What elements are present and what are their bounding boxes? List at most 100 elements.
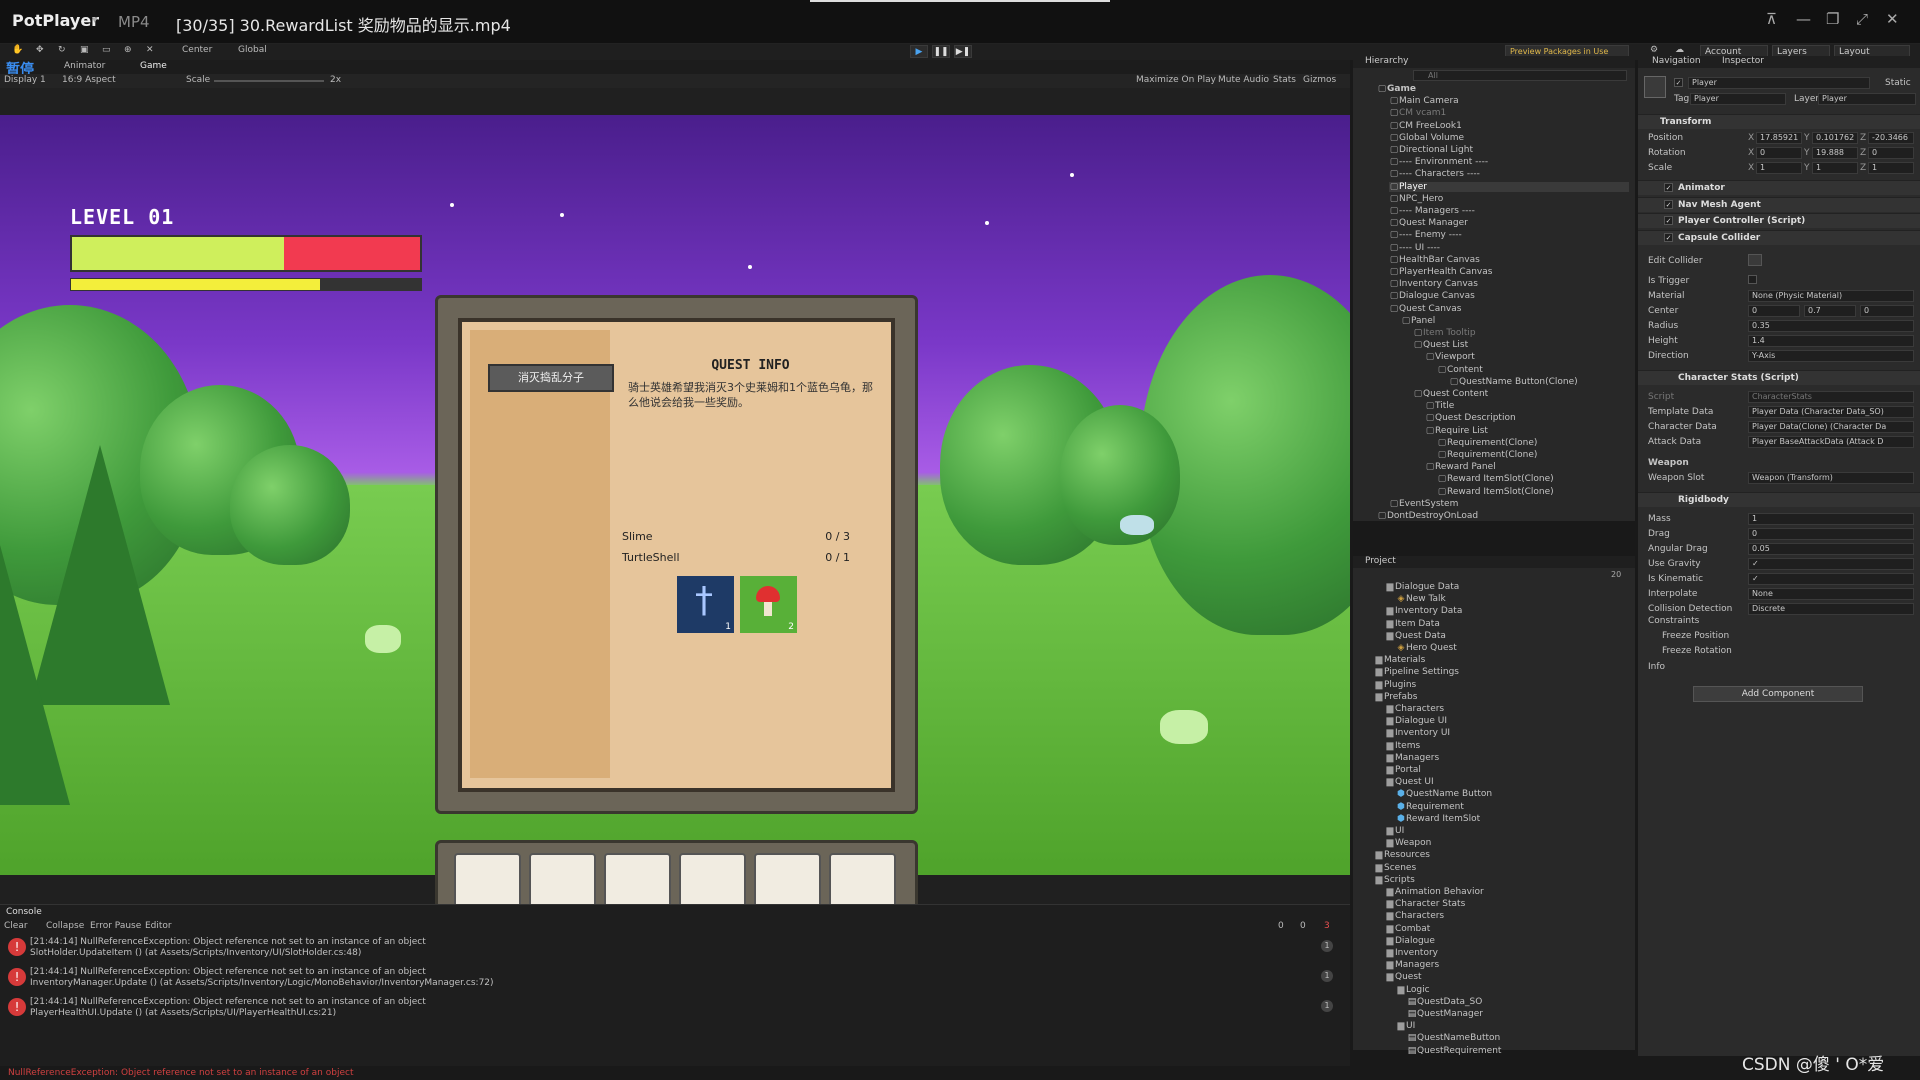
info-foldout[interactable]: Info <box>1648 662 1665 672</box>
transform-position-x[interactable]: 17.85921 <box>1756 132 1802 144</box>
warning-count[interactable]: 0 <box>1300 921 1306 931</box>
enabled-checkbox[interactable]: ✓ <box>1664 199 1673 209</box>
material-field[interactable]: None (Physic Material) <box>1748 290 1914 302</box>
hierarchy-item[interactable]: ▢ QuestName Button(Clone) <box>1449 377 1578 387</box>
project-item[interactable]: ▆ UI <box>1385 826 1405 836</box>
project-item[interactable]: ▆ Portal <box>1385 765 1421 775</box>
project-item[interactable]: ▆ Items <box>1385 741 1421 751</box>
hierarchy-item[interactable]: ▢ ---- Environment ---- <box>1389 157 1488 167</box>
aspect-dropdown[interactable]: 16:9 Aspect <box>62 75 116 85</box>
transform-scale-y[interactable]: 1 <box>1812 162 1858 174</box>
hierarchy-item[interactable]: ▢ Quest Canvas <box>1389 304 1462 314</box>
tab-inspector[interactable]: Inspector <box>1722 56 1764 66</box>
transform-scale-x[interactable]: 1 <box>1756 162 1802 174</box>
seek-progress[interactable] <box>810 0 1110 2</box>
tab-console[interactable]: Console <box>6 907 42 917</box>
pause-button[interactable]: ❚❚ <box>932 45 950 58</box>
project-item[interactable]: ▆ Characters <box>1385 911 1445 921</box>
project-item[interactable]: ⬢ Requirement <box>1396 802 1464 812</box>
console-row[interactable]: ! [21:44:14] NullReferenceException: Obj… <box>0 995 1350 1022</box>
mute-audio-toggle[interactable]: Mute Audio <box>1218 75 1269 85</box>
project-item[interactable]: ▆ Animation Behavior <box>1385 887 1484 897</box>
hierarchy-item[interactable]: ▢ Game <box>1377 84 1416 94</box>
gizmos-toggle[interactable]: Gizmos <box>1303 75 1336 85</box>
template-data-field[interactable]: Player Data (Character Data_SO) <box>1748 406 1914 418</box>
component-header[interactable]: ✓ Animator <box>1638 180 1920 195</box>
project-item[interactable]: ▆ Inventory UI <box>1385 728 1451 738</box>
hierarchy-item[interactable]: ▢ Quest List <box>1413 340 1468 350</box>
project-item[interactable]: ▆ Characters <box>1385 704 1445 714</box>
center-x[interactable]: 0 <box>1748 305 1800 317</box>
hierarchy-item[interactable]: ▢ Player <box>1389 181 1629 192</box>
inventory-slot[interactable] <box>604 853 671 911</box>
hierarchy-item[interactable]: ▢ EventSystem <box>1389 499 1459 509</box>
hierarchy-item[interactable]: ▢ Viewport <box>1425 352 1475 362</box>
restore-icon[interactable]: ❐ <box>1826 10 1839 28</box>
inventory-slot[interactable] <box>529 853 596 911</box>
hierarchy-item[interactable]: ▢ Reward ItemSlot(Clone) <box>1437 487 1554 497</box>
add-component-button[interactable]: Add Component <box>1693 686 1863 702</box>
hierarchy-item[interactable]: ▢ Title <box>1425 401 1455 411</box>
is-trigger-checkbox[interactable] <box>1748 275 1757 284</box>
transform-scale-z[interactable]: 1 <box>1868 162 1914 174</box>
transform-position-y[interactable]: 0.101762 <box>1812 132 1858 144</box>
app-brand[interactable]: PotPlayer <box>12 11 99 30</box>
hierarchy-item[interactable]: ▢ ---- Enemy ---- <box>1389 230 1462 240</box>
project-item[interactable]: ▆ Quest UI <box>1385 777 1434 787</box>
center-y[interactable]: 0.7 <box>1804 305 1856 317</box>
project-item[interactable]: ▤ QuestRequirement <box>1407 1046 1502 1056</box>
rigidbody-angular-drag-field[interactable]: 0.05 <box>1748 543 1914 555</box>
project-item[interactable]: ▆ Item Data <box>1385 619 1440 629</box>
rigidbody-header[interactable]: Rigidbody <box>1638 492 1920 507</box>
hierarchy-item[interactable]: ▢ Main Camera <box>1389 96 1459 106</box>
rigidbody-interpolate-field[interactable]: None <box>1748 588 1914 600</box>
hierarchy-item[interactable]: ▢ Quest Manager <box>1389 218 1468 228</box>
constraints-label[interactable]: Constraints <box>1648 616 1699 626</box>
hierarchy-item[interactable]: ▢ ---- Managers ---- <box>1389 206 1475 216</box>
project-item[interactable]: ▆ Pipeline Settings <box>1374 667 1459 677</box>
maximize-on-play-toggle[interactable]: Maximize On Play <box>1136 75 1216 85</box>
static-toggle[interactable]: Static <box>1885 78 1911 88</box>
project-item[interactable]: ▆ Dialogue Data <box>1385 582 1460 592</box>
collapse-button[interactable]: Collapse <box>46 921 84 931</box>
component-header[interactable]: ✓ Player Controller (Script) <box>1638 213 1920 228</box>
hierarchy-item[interactable]: ▢ Inventory Canvas <box>1389 279 1478 289</box>
display-dropdown[interactable]: Display 1 <box>4 75 46 85</box>
hierarchy-item[interactable]: ▢ DontDestroyOnLoad <box>1377 511 1478 521</box>
project-item[interactable]: ▆ Character Stats <box>1385 899 1466 909</box>
project-item[interactable]: ▆ Managers <box>1385 960 1440 970</box>
hierarchy-item[interactable]: ▢ Requirement(Clone) <box>1437 450 1538 460</box>
rotate-tool-icon[interactable]: ↻ <box>58 45 66 55</box>
tab-game[interactable]: Game <box>140 61 167 71</box>
hierarchy-item[interactable]: ▢ Require List <box>1425 426 1488 436</box>
log-count[interactable]: 0 <box>1278 921 1284 931</box>
project-item[interactable]: ▆ Quest <box>1385 972 1422 982</box>
project-item[interactable]: ▆ Managers <box>1385 753 1440 763</box>
move-tool-icon[interactable]: ✥ <box>36 45 44 55</box>
hierarchy-item[interactable]: ▢ PlayerHealth Canvas <box>1389 267 1493 277</box>
hierarchy-item[interactable]: ▢ Quest Description <box>1425 413 1516 423</box>
tag-dropdown[interactable]: Player <box>1690 93 1786 105</box>
rigidbody-is-kinematic-field[interactable]: ✓ <box>1748 573 1914 585</box>
hierarchy-item[interactable]: ▢ Panel <box>1401 316 1436 326</box>
rigidbody-mass-field[interactable]: 1 <box>1748 513 1914 525</box>
project-item[interactable]: ▆ Plugins <box>1374 680 1417 690</box>
project-item[interactable]: ⬢ QuestName Button <box>1396 789 1492 799</box>
project-item[interactable]: ▆ Logic <box>1396 985 1430 995</box>
error-count[interactable]: 3 <box>1324 921 1330 931</box>
hierarchy-item[interactable]: ▢ Reward Panel <box>1425 462 1496 472</box>
direction-dropdown[interactable]: Y-Axis <box>1748 350 1914 362</box>
object-name-field[interactable]: Player <box>1688 77 1870 89</box>
hierarchy-item[interactable]: ▢ Dialogue Canvas <box>1389 291 1475 301</box>
cloud-icon[interactable]: ☁ <box>1675 45 1684 55</box>
project-item[interactable]: ◈ Hero Quest <box>1396 643 1457 653</box>
hierarchy-item[interactable]: ▢ Directional Light <box>1389 145 1473 155</box>
project-item[interactable]: ▆ Inventory Data <box>1385 606 1463 616</box>
hierarchy-item[interactable]: ▢ ---- Characters ---- <box>1389 169 1480 179</box>
weapon-slot-field[interactable]: Weapon (Transform) <box>1748 472 1914 484</box>
reward-slot[interactable]: † 1 <box>677 576 734 633</box>
inventory-slot[interactable] <box>454 853 521 911</box>
radius-field[interactable]: 0.35 <box>1748 320 1914 332</box>
transform-rotation-x[interactable]: 0 <box>1756 147 1802 159</box>
project-item[interactable]: ▆ Scenes <box>1374 863 1417 873</box>
